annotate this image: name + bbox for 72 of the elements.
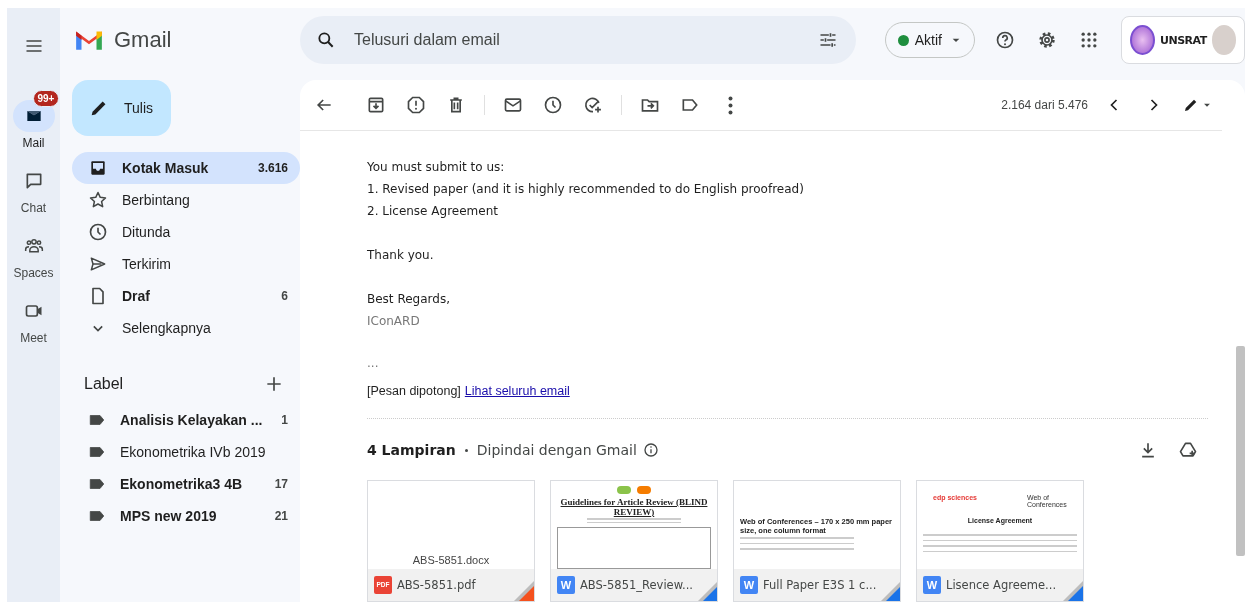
inbox-icon [88, 158, 108, 178]
page-fold-icon [881, 581, 900, 601]
page-fold-icon [697, 581, 717, 601]
scan-notice: Dipindai dengan Gmail [476, 441, 637, 460]
more-icon [727, 95, 733, 115]
send-icon [88, 254, 108, 274]
label-item[interactable]: MPS new 2019 21 [72, 500, 300, 532]
nav-rail-label[interactable]: Chat [20, 201, 47, 215]
trimmed-content-ellipsis[interactable]: ... [367, 356, 379, 370]
scrollbar-thumb[interactable] [1236, 346, 1245, 556]
message-line: Best Regards, [367, 291, 451, 308]
add-task-icon [583, 95, 603, 115]
message-line: 2. License Agreement [367, 203, 499, 220]
search-bar[interactable]: Telusuri dalam email [300, 16, 856, 64]
document-preview: Guidelines for Article Review (BLIND REVIEW) [551, 481, 717, 569]
file-type-icon: W [557, 576, 575, 594]
page-fold-icon [514, 581, 534, 601]
attachment-name: ABS-5851.pdf [397, 577, 476, 594]
view-entire-email-link[interactable]: Lihat seluruh email [464, 384, 570, 398]
file-type-icon: W [740, 576, 758, 594]
message-line: 1. Revised paper (and it is highly recommended to do English proofread) [367, 181, 805, 198]
avatar-circle [1211, 25, 1236, 55]
apps-grid-icon [1079, 30, 1099, 50]
document-preview: ABS-5851.docx [411, 553, 491, 568]
attachment-card[interactable]: Guidelines for Article Review (BLIND REVIEW) W ABS-5851_Review... [550, 480, 718, 602]
folder-item[interactable]: Kotak Masuk 3.616 [72, 152, 300, 184]
folder-item[interactable]: Berbintang [72, 184, 300, 216]
help-icon [995, 30, 1015, 50]
folder-item[interactable]: Selengkapnya [72, 312, 300, 344]
clock-icon [88, 222, 108, 242]
attachments-count: 4 Lampiran [367, 441, 456, 460]
label-item[interactable]: Ekonometrika3 4B 17 [72, 468, 300, 500]
status-dot [897, 34, 909, 46]
label-item[interactable]: Analisis Kelayakan ... 1 [72, 404, 300, 436]
label-item[interactable]: Ekonometrika IVb 2019 [72, 436, 300, 468]
info-icon [642, 442, 659, 458]
signature: IConARD [367, 313, 421, 330]
folder-item[interactable]: Terkirim [72, 248, 300, 280]
compose-button[interactable]: Tulis [72, 80, 171, 136]
account-button[interactable]: UNSRAT [1121, 16, 1245, 64]
file-type-icon: W [923, 576, 941, 594]
settings-icon [1037, 30, 1057, 50]
attachment-name: ABS-5851_Review... [580, 577, 693, 594]
app-name: Gmail [114, 27, 172, 53]
labels-heading: Label [84, 375, 124, 393]
add-to-drive-icon [1178, 440, 1198, 460]
message-line: Thank you. [367, 247, 435, 264]
mark-unread-icon [503, 95, 523, 115]
nav-rail-label[interactable]: Mail [22, 136, 45, 150]
folder-item[interactable]: Ditunda [72, 216, 300, 248]
clipped-notice: [Pesan dipotong] [367, 384, 461, 398]
gmail-logo-icon [74, 28, 104, 52]
unread-badge: 99+ [32, 90, 60, 107]
message-line: You must submit to us: [367, 159, 506, 176]
snooze-icon [543, 95, 563, 115]
nav-rail-label[interactable]: Spaces [13, 266, 54, 280]
star-icon [88, 190, 108, 210]
emblem-icon [1130, 25, 1156, 55]
add-label-icon [264, 374, 284, 394]
attachment-name: Lisence Agreeme... [946, 577, 1057, 594]
nav-rail-label[interactable]: Meet [20, 331, 47, 345]
report-spam-icon [406, 95, 426, 115]
search-input[interactable]: Telusuri dalam email [352, 30, 802, 50]
folder-item[interactable]: Draf 6 [72, 280, 300, 312]
search-icon [316, 30, 336, 50]
archive-icon [366, 95, 386, 115]
attachment-name: Full Paper E3S 1 c... [763, 577, 877, 594]
message-position: 2.164 dari 5.476 [1001, 98, 1088, 112]
page-fold-icon [1063, 581, 1083, 601]
people-icon [23, 236, 44, 256]
status-button[interactable]: Aktif [884, 22, 975, 58]
nav-rail-button[interactable] [12, 100, 55, 132]
